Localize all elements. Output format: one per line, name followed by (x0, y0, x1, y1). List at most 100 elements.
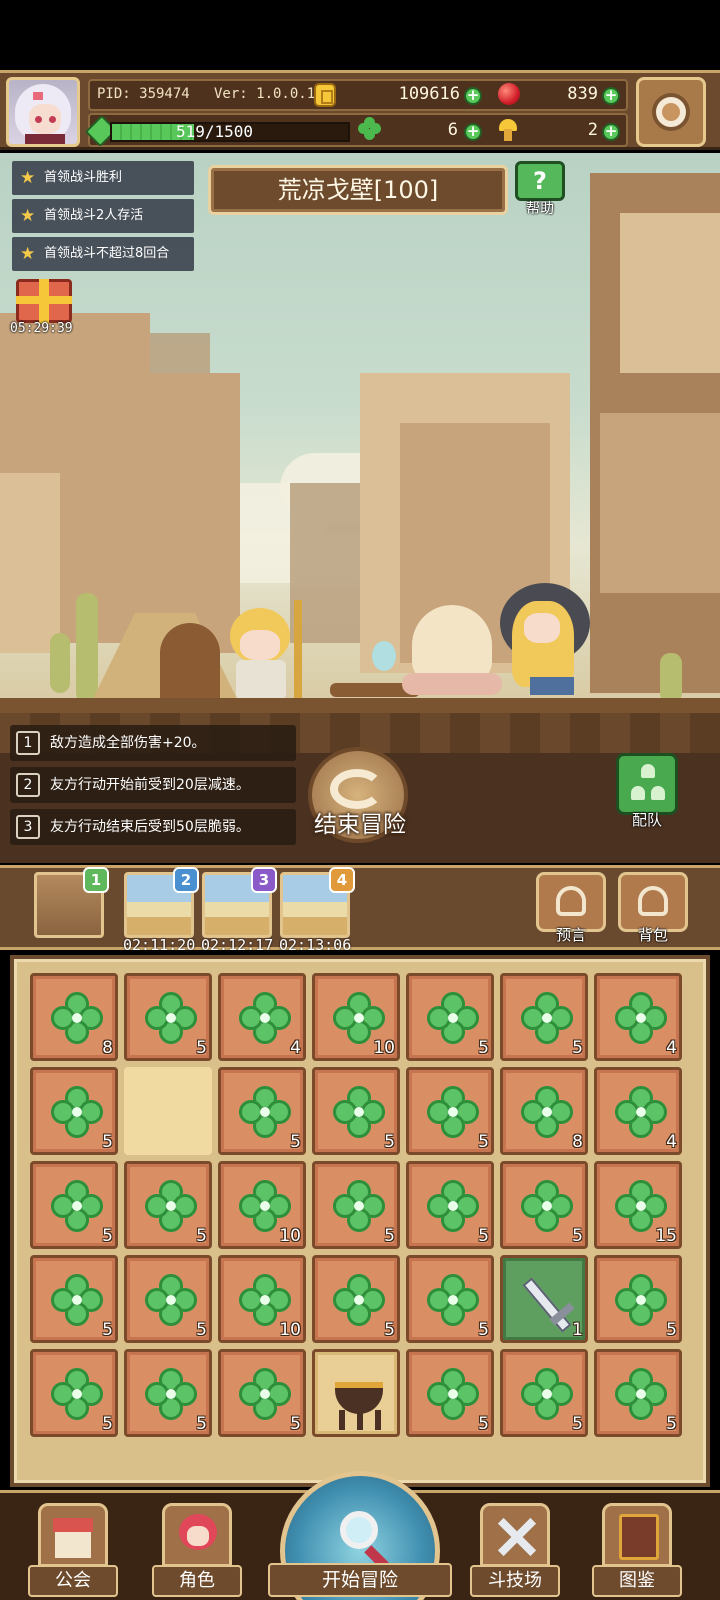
player-id: PID: 359474 (97, 86, 190, 102)
help-button[interactable]: ? 帮助 (512, 161, 568, 217)
settings-button[interactable] (636, 77, 706, 147)
player-avatar[interactable] (6, 77, 80, 147)
item-quantity: 5 (290, 1132, 301, 1152)
inventory-slot-clover[interactable]: 5 (406, 1349, 494, 1437)
item-quantity: 5 (478, 1132, 489, 1152)
inventory-slot-clover[interactable]: 4 (218, 973, 306, 1061)
crystal-ball-icon (556, 886, 586, 916)
nav-guild[interactable]: 公会 (28, 1503, 118, 1600)
item-quantity: 5 (196, 1414, 207, 1434)
nav-character[interactable]: 角色 (152, 1503, 242, 1600)
inventory-slot-clover[interactable]: 5 (30, 1349, 118, 1437)
inventory-slot-clover[interactable]: 5 (30, 1161, 118, 1249)
add-clover-button[interactable]: + (464, 123, 482, 141)
inventory-slot-clover[interactable]: 5 (406, 1161, 494, 1249)
team-icon (616, 753, 678, 815)
inventory-slot-clover[interactable]: 10 (218, 1255, 306, 1343)
inventory-slot-sword[interactable]: 1 (500, 1255, 588, 1343)
item-quantity: 5 (196, 1038, 207, 1058)
four-leaf-clover-icon (615, 1086, 667, 1138)
inventory-slot-clover[interactable]: 5 (312, 1161, 400, 1249)
backpack-button[interactable]: 背包 (618, 872, 688, 944)
stage-timer: 02:11:20 (123, 936, 196, 954)
four-leaf-clover-icon (239, 1086, 291, 1138)
inventory-slot-clover[interactable]: 8 (500, 1067, 588, 1155)
nav-codex[interactable]: 图鉴 (592, 1503, 682, 1600)
add-mushroom-button[interactable]: + (602, 123, 620, 141)
item-quantity: 8 (572, 1132, 583, 1152)
item-quantity: 10 (279, 1320, 301, 1340)
inventory-slot-clover[interactable]: 5 (312, 1067, 400, 1155)
add-gold-button[interactable]: + (464, 87, 482, 105)
top-hud: PID: 359474 Ver: 1.0.0.10 109616 + 839 +… (0, 70, 720, 150)
forecast-button[interactable]: 预言 (536, 872, 606, 944)
four-leaf-clover-icon (333, 1086, 385, 1138)
inventory-slot-clover[interactable]: 4 (594, 1067, 682, 1155)
inventory-slot-clover[interactable]: 5 (500, 1349, 588, 1437)
inventory-slot-clover[interactable]: 5 (594, 1349, 682, 1437)
team-setup-button[interactable]: 配队 (612, 753, 682, 833)
inventory-slot-clover[interactable]: 5 (30, 1255, 118, 1343)
sword-icon (522, 1277, 572, 1333)
inventory-slot-clover[interactable]: 5 (124, 1161, 212, 1249)
four-leaf-clover-icon (145, 1274, 197, 1326)
stage-slot[interactable]: 3 (202, 867, 277, 938)
four-leaf-clover-icon (239, 1274, 291, 1326)
inventory-slot-clover[interactable]: 5 (30, 1067, 118, 1155)
inventory-slot-clover[interactable]: 5 (406, 1255, 494, 1343)
item-quantity: 5 (572, 1038, 583, 1058)
gold-coin-icon (314, 83, 336, 107)
inventory-slot-clover[interactable]: 5 (500, 973, 588, 1061)
inventory-slot-clover[interactable]: 10 (218, 1161, 306, 1249)
stage-effect: 1 敌方造成全部伤害+20。 (10, 725, 296, 761)
item-quantity: 5 (102, 1320, 113, 1340)
quest-item: ★ 首领战斗2人存活 (12, 199, 194, 233)
item-quantity: 5 (196, 1320, 207, 1340)
item-quantity: 8 (102, 1038, 113, 1058)
battle-scene: ★ 首领战斗胜利 ★ 首领战斗2人存活 ★ 首领战斗不超过8回合 荒凉戈壁[10… (0, 153, 720, 713)
item-quantity: 15 (655, 1226, 677, 1246)
nav-arena[interactable]: 斗技场 (470, 1503, 560, 1600)
item-quantity: 5 (102, 1414, 113, 1434)
magnifier-icon (340, 1511, 378, 1549)
inventory-slot-clover[interactable]: 4 (594, 973, 682, 1061)
battle-info-panel: 1 敌方造成全部伤害+20。 2 友方行动开始前受到20层减速。 3 友方行动结… (0, 713, 720, 863)
inventory-slot-clover[interactable]: 5 (406, 1067, 494, 1155)
item-quantity: 5 (572, 1226, 583, 1246)
inventory-grid: 8 5 4 10 5 5 4 5 5 5 5 8 4 5 5 10 5 5 5 15 5 5 10 5 5 1 5 5 5 5 5 5 5 (10, 955, 710, 1487)
inventory-slot-clover[interactable]: 8 (30, 973, 118, 1061)
add-gem-button[interactable]: + (602, 87, 620, 105)
end-adventure-button[interactable]: 结束冒险 (300, 747, 420, 857)
stage-slot[interactable]: 2 (124, 867, 199, 938)
inventory-slot-clover[interactable]: 5 (500, 1161, 588, 1249)
four-leaf-clover-icon (239, 992, 291, 1044)
status-bar (0, 0, 720, 70)
inventory-slot-clover[interactable]: 10 (312, 973, 400, 1061)
gift-box-icon[interactable] (16, 279, 72, 323)
inventory-slot-clover[interactable]: 5 (218, 1349, 306, 1437)
four-leaf-clover-icon (427, 1086, 479, 1138)
stage-number-badge: 2 (173, 867, 199, 893)
inventory-slot-clover[interactable]: 5 (312, 1255, 400, 1343)
stage-slot-current[interactable]: 1 (34, 867, 109, 938)
stage-slot[interactable]: 4 (280, 867, 355, 938)
inventory-slot-clover[interactable]: 5 (124, 1349, 212, 1437)
four-leaf-clover-icon (615, 1180, 667, 1232)
inventory-slot-clover[interactable]: 5 (124, 973, 212, 1061)
item-quantity: 1 (572, 1320, 583, 1340)
crossed-swords-icon (480, 1503, 550, 1567)
item-quantity: 5 (478, 1414, 489, 1434)
star-icon: ★ (20, 244, 36, 264)
inventory-slot-cauldron[interactable] (312, 1349, 400, 1437)
inventory-slot-clover[interactable]: 5 (406, 973, 494, 1061)
four-leaf-clover-icon (333, 1274, 385, 1326)
inventory-slot-clover[interactable]: 5 (218, 1067, 306, 1155)
enemy-shell-creature (402, 603, 502, 698)
inventory-slot-clover[interactable]: 5 (594, 1255, 682, 1343)
nav-start-adventure[interactable]: 开始冒险 (268, 1471, 452, 1600)
inventory-slot-clover[interactable]: 5 (124, 1255, 212, 1343)
stage-timer: 02:12:17 (201, 936, 274, 954)
item-quantity: 5 (384, 1320, 395, 1340)
guild-house-icon (38, 1503, 108, 1567)
inventory-slot-clover[interactable]: 15 (594, 1161, 682, 1249)
